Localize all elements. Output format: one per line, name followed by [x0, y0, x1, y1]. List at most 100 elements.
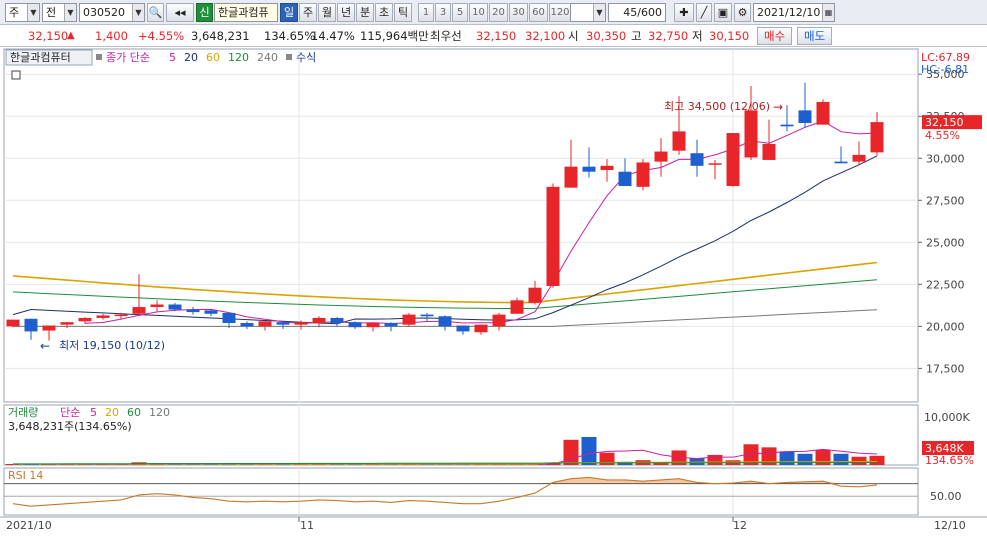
stock-chart[interactable]: 35,00032,50030,00027,50025,00022,50020,0… — [0, 47, 987, 538]
panel-menu-icon — [11, 70, 21, 80]
search-icon[interactable]: 🔍 — [147, 3, 164, 22]
date-input[interactable]: 2021/12/10 ▦ — [753, 3, 835, 22]
tick-button-1[interactable]: 1 — [418, 3, 434, 22]
ma-legend-period: 240 — [257, 51, 278, 64]
save-icon[interactable]: ▣ — [714, 3, 732, 22]
volume-legend-period: 120 — [149, 406, 170, 419]
candle-body — [60, 322, 74, 325]
tick-button-5[interactable]: 5 — [452, 3, 468, 22]
candle-body — [204, 310, 218, 314]
percent-tag: 4.55% — [925, 129, 960, 142]
candle-body — [492, 314, 506, 327]
low-price: 30,150 — [709, 29, 750, 43]
period-tab-4[interactable]: 분 — [356, 3, 374, 22]
high-label: 고 — [631, 29, 642, 43]
candle-body — [744, 110, 758, 158]
candle-body — [618, 171, 632, 186]
candle-body — [42, 325, 56, 331]
line-tool-icon[interactable]: ╱ — [696, 3, 712, 22]
volume-bar — [851, 456, 867, 465]
x-tick-label: 11 — [300, 519, 314, 532]
indicator-icon[interactable]: ✚ — [674, 3, 694, 22]
candle-body — [402, 314, 416, 325]
candle-body — [636, 162, 650, 187]
data-count[interactable]: 45/600 — [608, 3, 666, 22]
legend-swatch-icon — [96, 54, 102, 60]
sell-button[interactable]: 매도 — [797, 27, 833, 45]
high-price: 32,750 — [648, 29, 689, 43]
bid-label: 최우선 — [430, 29, 462, 43]
chevron-down-icon[interactable]: ▼ — [27, 4, 39, 21]
volume-bar — [797, 453, 813, 465]
period-tab-3[interactable]: 년 — [337, 3, 355, 22]
calendar-icon[interactable]: ▦ — [822, 4, 834, 21]
candle-body — [348, 322, 362, 328]
volume-bar — [707, 454, 723, 465]
candle-body — [294, 322, 308, 325]
hc-label: HC:-6.81 — [921, 63, 969, 76]
period-tab-6[interactable]: 틱 — [394, 3, 412, 22]
price-tag: 32,150 — [925, 116, 964, 129]
tick-button-10[interactable]: 10 — [469, 3, 488, 22]
volume-percent-tag: 134.65% — [925, 454, 974, 467]
candle-body — [798, 110, 812, 123]
x-tick-label: 2021/10 — [6, 519, 52, 532]
buy-button[interactable]: 매수 — [757, 27, 793, 45]
stock-code-input[interactable]: 030520 ▼ — [79, 3, 145, 22]
price-change: 1,400 — [95, 29, 128, 43]
volume: 3,648,231 — [191, 29, 250, 43]
change-percent: +4.55% — [138, 29, 185, 43]
chevron-down-icon[interactable]: ▼ — [593, 4, 605, 21]
speaker-icon[interactable]: ◂◂ — [166, 3, 194, 22]
candle-body — [564, 166, 578, 188]
candle-body — [780, 124, 794, 127]
best-bid: 32,100 — [525, 29, 566, 43]
tick-button-60[interactable]: 60 — [529, 3, 548, 22]
tick-button-3[interactable]: 3 — [435, 3, 451, 22]
candle-body — [726, 133, 740, 186]
type-value: 전 — [46, 6, 57, 19]
date-value: 2021/12/10 — [757, 6, 821, 19]
period-tab-5[interactable]: 초 — [375, 3, 393, 22]
tick-button-120[interactable]: 120 — [549, 3, 571, 22]
toolbar: 주 ▼ 전 ▼ 030520 ▼ 🔍 ◂◂ 신 한글과컴퓨 일주월년분초틱 1 3 5 10… — [0, 0, 987, 25]
volume-legend-period: 60 — [127, 406, 141, 419]
tick-button-20[interactable]: 20 — [489, 3, 508, 22]
candle-body — [330, 317, 344, 323]
period-tab-1[interactable]: 주 — [299, 3, 317, 22]
candle-body — [762, 143, 776, 160]
candle-body — [816, 101, 830, 125]
candle-body — [654, 151, 668, 162]
y-tick-label: 17,500 — [926, 362, 965, 375]
candle-body — [96, 315, 110, 318]
tick-button-30[interactable]: 30 — [509, 3, 528, 22]
period-tabs: 일주월년분초틱 — [280, 3, 415, 22]
credit-badge: 신 — [196, 3, 213, 22]
candle-body — [78, 317, 92, 322]
chevron-down-icon[interactable]: ▼ — [132, 4, 144, 21]
candle-body — [114, 314, 128, 317]
market-select[interactable]: 주 ▼ — [5, 3, 40, 22]
rsi-axis-label: 50.00 — [930, 490, 962, 503]
volume-percent: 134.65% — [264, 29, 316, 43]
chevron-down-icon[interactable]: ▼ — [64, 4, 76, 21]
volume-title: 거래량 — [8, 406, 38, 419]
gear-icon[interactable]: ⚙ — [734, 3, 751, 22]
ma-legend-period: 5 — [169, 51, 176, 64]
candle-body — [600, 165, 614, 171]
period-tab-0[interactable]: 일 — [280, 3, 298, 22]
best-ask: 32,150 — [476, 29, 517, 43]
type-select[interactable]: 전 ▼ — [42, 3, 77, 22]
candle-body — [546, 186, 560, 287]
y-tick-label: 30,000 — [926, 152, 965, 165]
market-value: 주 — [9, 6, 20, 19]
rsi-title: RSI 14 — [8, 469, 43, 482]
formula-swatch-icon — [286, 54, 292, 60]
candle-body — [438, 316, 452, 327]
candle-body — [852, 154, 866, 162]
interval-input[interactable]: ▼ — [570, 3, 606, 22]
volume-axis-label: 10,000K — [924, 411, 970, 424]
volume-bar — [581, 437, 597, 465]
period-tab-2[interactable]: 월 — [318, 3, 336, 22]
x-tick-label: 12/10 — [934, 519, 966, 532]
